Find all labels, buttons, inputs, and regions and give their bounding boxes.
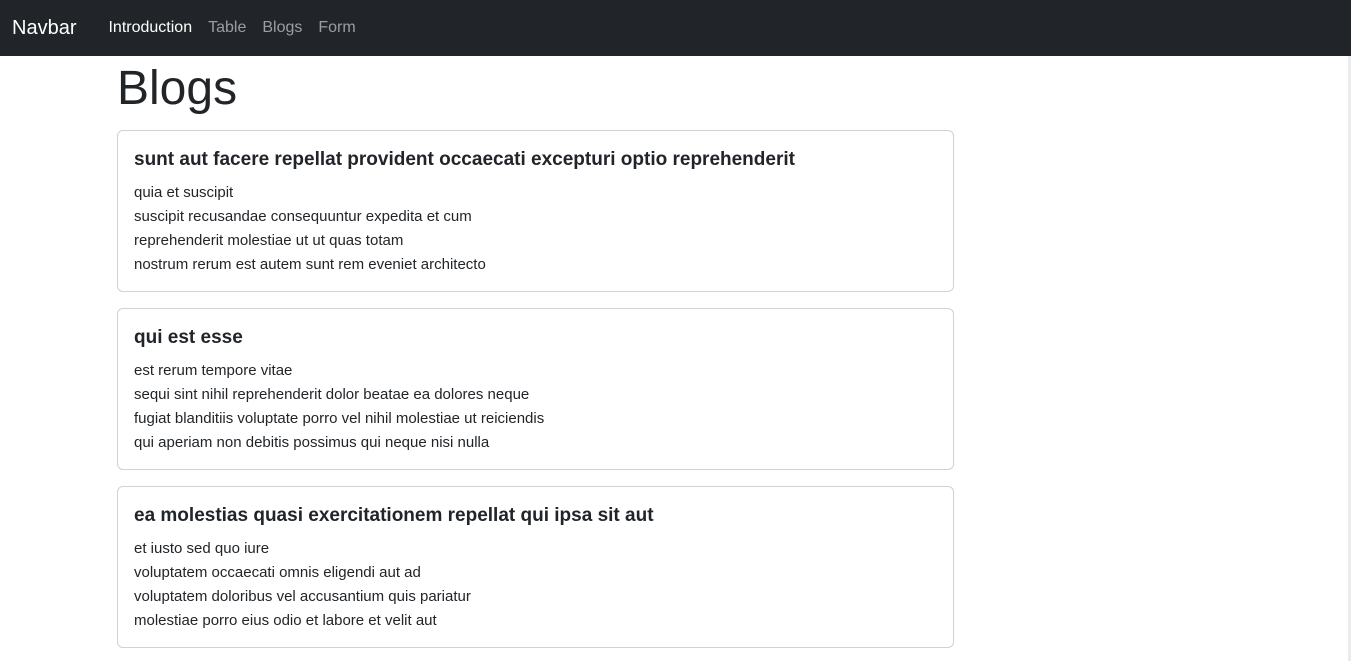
blog-card-body-line: fugiat blanditiis voluptate porro vel ni… — [134, 409, 545, 427]
blog-card-body-line: suscipit recusandae consequuntur expedit… — [134, 207, 472, 225]
blog-card: sunt aut facere repellat provident occae… — [117, 129, 954, 292]
blog-card-title: qui est esse — [134, 326, 243, 348]
blog-card-body-line: qui aperiam non debitis possimus qui neq… — [134, 433, 490, 451]
main-content: Blogs sunt aut facere repellat provident… — [117, 56, 954, 648]
page-title: Blogs — [117, 62, 238, 115]
navbar-brand[interactable]: Navbar — [12, 17, 76, 40]
navbar: Navbar Introduction Table Blogs Form — [0, 0, 1351, 56]
blog-card: qui est esse est rerum tempore vitae seq… — [117, 307, 954, 470]
nav-link-blogs[interactable]: Blogs — [254, 19, 310, 37]
blog-card-body-line: sequi sint nihil reprehenderit dolor bea… — [134, 385, 530, 403]
blog-card-title: ea molestias quasi exercitationem repell… — [134, 504, 654, 526]
nav-link-form[interactable]: Form — [310, 19, 363, 37]
blog-card-body-line: molestiae porro eius odio et labore et v… — [134, 611, 437, 629]
nav-links: Introduction Table Blogs Form — [100, 19, 363, 37]
blog-card-body-line: reprehenderit molestiae ut ut quas totam — [134, 231, 404, 249]
blog-card-body-line: quia et suscipit — [134, 183, 234, 201]
blog-card-title: sunt aut facere repellat provident occae… — [134, 148, 795, 170]
blog-card-body-line: voluptatem occaecati omnis eligendi aut … — [134, 563, 421, 581]
nav-link-introduction[interactable]: Introduction — [100, 19, 200, 37]
nav-link-table[interactable]: Table — [200, 19, 254, 37]
blog-card: ea molestias quasi exercitationem repell… — [117, 485, 954, 648]
blog-card-body-line: voluptatem doloribus vel accusantium qui… — [134, 587, 471, 605]
blog-card-body-line: nostrum rerum est autem sunt rem eveniet… — [134, 255, 486, 273]
blog-card-body-line: est rerum tempore vitae — [134, 361, 293, 379]
blog-card-body-line: et iusto sed quo iure — [134, 539, 270, 557]
